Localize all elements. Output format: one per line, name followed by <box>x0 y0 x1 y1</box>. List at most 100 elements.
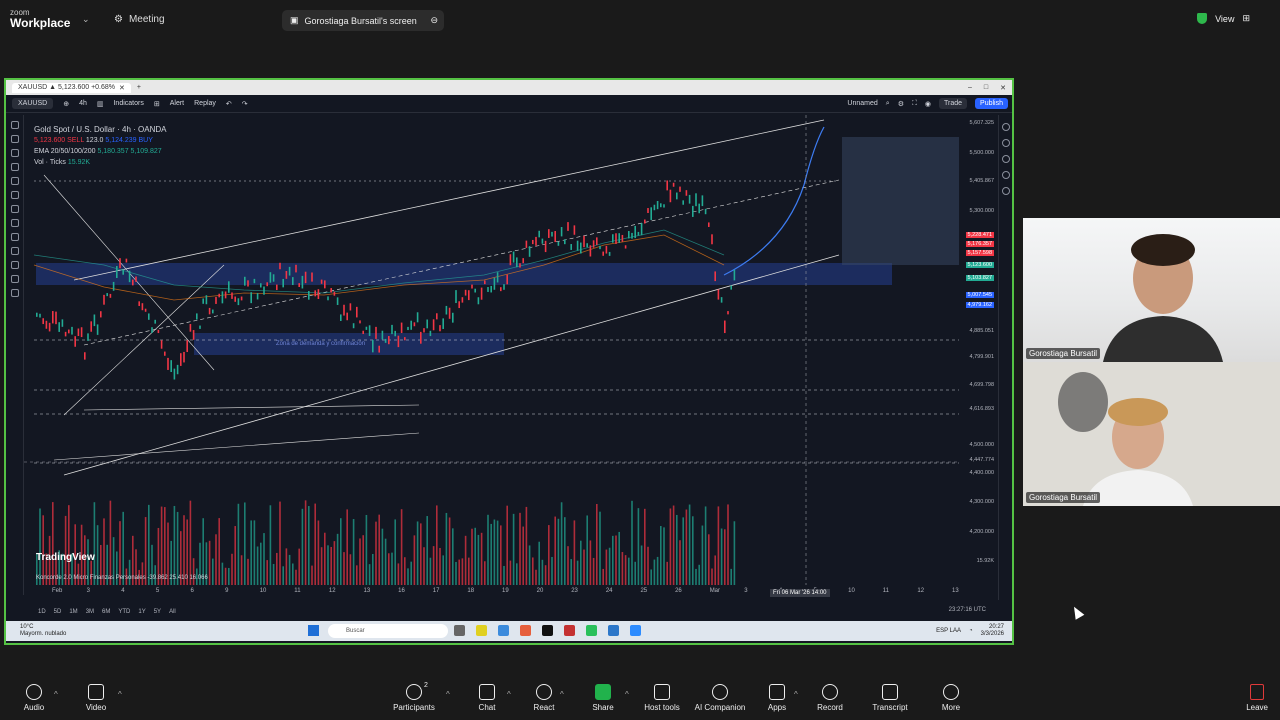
redo-icon[interactable]: ↷ <box>242 100 248 108</box>
news-icon[interactable] <box>1001 155 1010 163</box>
vscode-icon[interactable] <box>608 625 619 636</box>
undo-icon[interactable]: ↶ <box>226 100 232 108</box>
price-tick: 5,607.325 <box>969 120 994 126</box>
candle <box>282 278 284 288</box>
candle <box>621 234 624 242</box>
transcript-button[interactable]: Transcript <box>855 684 925 712</box>
view-button[interactable]: View ⊞ <box>1197 13 1250 24</box>
trade-button[interactable]: Trade <box>939 98 968 109</box>
layout-icon[interactable]: ⊞ <box>154 100 160 108</box>
crosshair-tool-icon[interactable] <box>10 121 19 129</box>
brush-tool-icon[interactable] <box>10 177 19 185</box>
chart-type-icon[interactable]: ▥ <box>97 100 104 108</box>
volume-bar <box>532 557 534 585</box>
range-button-ytd[interactable]: YTD <box>118 609 130 615</box>
audio-button[interactable]: Audio <box>0 684 69 712</box>
meeting-button[interactable]: ⚙ Meeting <box>114 14 165 25</box>
replay-button[interactable]: Replay <box>194 100 216 107</box>
fullscreen-icon[interactable]: ⛶ <box>912 100 917 108</box>
buy-button[interactable]: 5,124.239 BUY <box>105 137 152 144</box>
windows-start-icon[interactable] <box>308 625 319 636</box>
react-options-caret[interactable]: ^ <box>560 690 564 699</box>
close-window-icon[interactable]: ✕ <box>1000 84 1006 92</box>
watchlist-icon[interactable] <box>1001 123 1010 131</box>
range-button-1y[interactable]: 1Y <box>138 609 145 615</box>
emoji-tool-icon[interactable] <box>10 205 19 213</box>
publish-button[interactable]: Publish <box>975 98 1008 109</box>
pattern-tool-icon[interactable] <box>10 163 19 171</box>
calendar-icon[interactable] <box>1001 171 1010 179</box>
audio-options-caret[interactable]: ^ <box>54 690 58 699</box>
more-button[interactable]: More <box>916 684 986 712</box>
range-button-5y[interactable]: 5Y <box>154 609 161 615</box>
symbol-search[interactable]: XAUUSD <box>12 98 54 109</box>
candle <box>602 251 604 256</box>
range-button-1d[interactable]: 1D <box>38 609 46 615</box>
sell-button[interactable]: 5,123.600 SELL <box>34 137 84 144</box>
add-symbol-icon[interactable]: ⊕ <box>63 100 69 108</box>
volume-bar <box>279 501 281 585</box>
video-options-caret[interactable]: ^ <box>118 690 122 699</box>
trendline-tool-icon[interactable] <box>10 135 19 143</box>
range-button-3m[interactable]: 3M <box>86 609 94 615</box>
task-view-icon[interactable] <box>454 625 465 636</box>
participants-options-caret[interactable]: ^ <box>446 690 450 699</box>
language-indicator[interactable]: ESP LAA <box>936 628 961 634</box>
zoom-app-icon[interactable] <box>630 625 641 636</box>
participants-button[interactable]: Participants <box>379 684 449 712</box>
interval-selector[interactable]: 4h <box>79 100 87 107</box>
chat-icon[interactable] <box>1001 187 1010 195</box>
file-explorer-icon[interactable] <box>476 625 487 636</box>
alert-button[interactable]: Alert <box>170 100 184 107</box>
close-icon[interactable]: ✕ <box>119 84 125 92</box>
ruler-tool-icon[interactable] <box>10 219 19 227</box>
spotify-icon[interactable] <box>586 625 597 636</box>
leave-button[interactable]: Leave <box>1246 684 1268 712</box>
eye-tool-icon[interactable] <box>10 275 19 283</box>
candle <box>720 297 723 303</box>
minimize-icon[interactable]: – <box>968 84 972 92</box>
participant-video[interactable]: Gorostiaga Bursatil <box>1023 362 1280 506</box>
candle <box>170 360 172 373</box>
taskbar-search[interactable]: Buscar <box>328 624 448 638</box>
taskbar-clock[interactable]: 20:27 3/3/2026 <box>981 624 1004 638</box>
price-axis[interactable]: 5,607.325 5,500.000 5,405.867 5,300.000 5,22… <box>956 120 996 564</box>
price-tick: 4,885.051 <box>969 328 994 334</box>
zoom-tool-icon[interactable] <box>10 233 19 241</box>
alerts-icon[interactable] <box>1001 139 1010 147</box>
app-icon[interactable] <box>564 625 575 636</box>
range-button-6m[interactable]: 6M <box>102 609 110 615</box>
candle <box>599 245 601 250</box>
candle <box>589 245 592 257</box>
weather-widget[interactable]: 10°C Mayorm. nublado <box>20 624 66 638</box>
options-icon[interactable]: ⊖ <box>430 15 438 26</box>
magnet-tool-icon[interactable] <box>10 247 19 255</box>
search-icon[interactable]: ⌕ <box>886 100 890 108</box>
trash-tool-icon[interactable] <box>10 289 19 297</box>
candle <box>327 296 329 301</box>
fib-tool-icon[interactable] <box>10 149 19 157</box>
chrome-icon[interactable] <box>520 625 531 636</box>
tradingview-app-icon[interactable] <box>542 625 553 636</box>
new-tab-button[interactable]: + <box>137 84 141 91</box>
range-button-1m[interactable]: 1M <box>69 609 77 615</box>
settings-icon[interactable]: ⚙ <box>898 100 904 108</box>
text-tool-icon[interactable] <box>10 191 19 199</box>
volume-bar <box>378 514 380 585</box>
camera-icon[interactable]: ◉ <box>925 100 931 108</box>
lock-tool-icon[interactable] <box>10 261 19 269</box>
screen-share-pill[interactable]: ▣ Gorostiaga Bursatil's screen ⊖ <box>282 10 444 31</box>
participant-video[interactable]: Gorostiaga Bursatil <box>1023 218 1280 362</box>
layout-name[interactable]: Unnamed <box>847 100 877 107</box>
range-button-all[interactable]: All <box>169 609 176 615</box>
indicators-button[interactable]: Indicators <box>113 100 143 107</box>
utc-clock[interactable]: 23:27:16 UTC <box>949 607 986 613</box>
range-button-5d[interactable]: 5D <box>54 609 62 615</box>
price-chart[interactable] <box>24 115 959 585</box>
chevron-down-icon[interactable]: ⌄ <box>82 14 90 25</box>
wifi-icon[interactable]: ◔ <box>969 628 973 634</box>
edge-icon[interactable] <box>498 625 509 636</box>
maximize-icon[interactable]: □ <box>984 84 988 92</box>
time-axis[interactable]: Feb3456910111213161718192023242526Mar345… <box>24 588 999 600</box>
browser-tab[interactable]: XAUUSD ▲ 5,123.600 +0.68% ✕ <box>12 82 131 93</box>
